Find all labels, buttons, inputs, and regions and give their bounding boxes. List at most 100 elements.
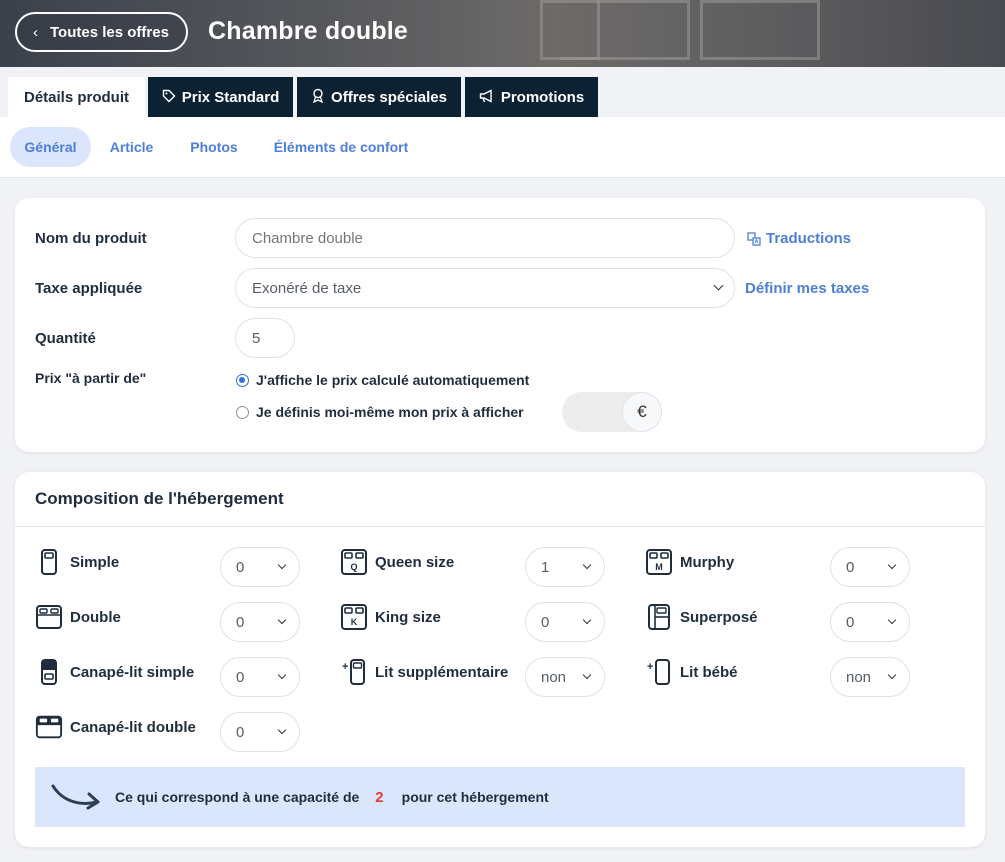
queen-bed-icon: Q bbox=[340, 548, 368, 576]
bed-label: Simple bbox=[70, 553, 120, 571]
single-sofa-bed-icon bbox=[35, 658, 63, 686]
baby-bed-icon: + bbox=[645, 658, 673, 686]
bed-label: King size bbox=[375, 608, 441, 626]
bunk-bed-select[interactable]: 0 bbox=[830, 602, 910, 642]
murphy-bed-icon: M bbox=[645, 548, 673, 576]
bed-bunk: Superposé bbox=[645, 603, 758, 631]
subtab-bar: Général Article Photos Éléments de confo… bbox=[0, 117, 1005, 178]
double-bed-select[interactable]: 0 bbox=[220, 602, 300, 642]
megaphone-icon bbox=[479, 88, 495, 106]
define-taxes-link[interactable]: Définir mes taxes bbox=[745, 280, 869, 297]
radio-auto-label: J'affiche le prix calculé automatiquemen… bbox=[256, 372, 530, 388]
tab-label: Offres spéciales bbox=[331, 88, 447, 106]
chevron-down-icon bbox=[277, 615, 287, 625]
bed-label: Murphy bbox=[680, 553, 735, 571]
divider bbox=[15, 526, 985, 527]
radio-manual-label: Je définis moi-même mon prix à afficher bbox=[256, 404, 524, 420]
subtab-article[interactable]: Article bbox=[100, 127, 163, 167]
radio-manual-price[interactable]: Je définis moi-même mon prix à afficher bbox=[236, 404, 524, 420]
select-value: 0 bbox=[236, 668, 245, 686]
subtab-photos[interactable]: Photos bbox=[183, 127, 245, 167]
king-bed-select[interactable]: 0 bbox=[525, 602, 605, 642]
quantity-input[interactable]: 5 bbox=[235, 318, 295, 358]
page-title: Chambre double bbox=[208, 17, 409, 45]
radio-auto-price[interactable]: J'affiche le prix calculé automatiquemen… bbox=[236, 372, 529, 388]
manual-price-input[interactable]: € bbox=[562, 392, 662, 432]
bed-murphy: M Murphy bbox=[645, 548, 734, 576]
murphy-bed-select[interactable]: 0 bbox=[830, 547, 910, 587]
product-details-card: Nom du produit Traductions Taxe appliqué… bbox=[15, 198, 985, 452]
tab-offres-speciales[interactable]: Offres spéciales bbox=[297, 77, 461, 117]
chevron-down-icon bbox=[277, 670, 287, 680]
select-value: non bbox=[541, 668, 567, 686]
bed-label: Double bbox=[70, 608, 121, 626]
simple-bed-select[interactable]: 0 bbox=[220, 547, 300, 587]
tab-prix-standard[interactable]: Prix Standard bbox=[148, 77, 293, 117]
extra-bed-icon: + bbox=[340, 658, 368, 686]
select-value: 0 bbox=[236, 723, 245, 741]
euro-icon: € bbox=[622, 392, 662, 432]
baby-bed-select[interactable]: non bbox=[830, 657, 910, 697]
tax-select[interactable]: Exonéré de taxe bbox=[235, 268, 735, 308]
tab-label: Promotions bbox=[500, 88, 585, 106]
tag-icon bbox=[162, 89, 176, 106]
translations-label: Traductions bbox=[766, 230, 852, 247]
back-button-label: Toutes les offres bbox=[50, 23, 169, 41]
chevron-down-icon bbox=[582, 560, 592, 570]
queen-bed-select[interactable]: 1 bbox=[525, 547, 605, 587]
king-bed-icon: K bbox=[340, 603, 368, 631]
bed-queen: Q Queen size bbox=[340, 548, 454, 576]
bed-label: Canapé-lit double bbox=[70, 718, 196, 736]
bed-king: K King size bbox=[340, 603, 441, 631]
select-value: 0 bbox=[236, 558, 245, 576]
award-icon bbox=[311, 88, 325, 106]
capacity-summary: Ce qui correspond à une capacité de 2 po… bbox=[35, 767, 965, 827]
chevron-left-icon: ‹ bbox=[33, 23, 38, 41]
svg-text:Q: Q bbox=[350, 562, 357, 572]
extra-bed-select[interactable]: non bbox=[525, 657, 605, 697]
quantity-label: Quantité bbox=[35, 330, 96, 347]
bed-label: Queen size bbox=[375, 553, 455, 571]
product-name-label: Nom du produit bbox=[35, 230, 147, 247]
single-sofa-bed-select[interactable]: 0 bbox=[220, 657, 300, 697]
bed-label: Canapé-lit simple bbox=[70, 663, 195, 681]
select-value: 0 bbox=[846, 558, 855, 576]
price-from-label: Prix "à partir de" bbox=[35, 370, 147, 386]
subtab-elements-confort[interactable]: Éléments de confort bbox=[266, 127, 416, 167]
back-to-offers-button[interactable]: ‹ Toutes les offres bbox=[15, 12, 188, 52]
bed-label: Lit supplémentaire bbox=[375, 663, 509, 681]
bed-baby: + Lit bébé bbox=[645, 658, 738, 686]
double-sofa-bed-select[interactable]: 0 bbox=[220, 712, 300, 752]
chevron-down-icon bbox=[713, 280, 724, 291]
bunk-bed-icon bbox=[645, 603, 673, 631]
double-bed-icon bbox=[35, 603, 63, 631]
tab-details-produit[interactable]: Détails produit bbox=[8, 77, 145, 117]
svg-text:K: K bbox=[351, 617, 358, 627]
radio-button-checked[interactable] bbox=[236, 373, 249, 387]
tax-select-value: Exonéré de taxe bbox=[252, 279, 362, 297]
subtab-general[interactable]: Général bbox=[10, 127, 91, 167]
select-value: 0 bbox=[236, 613, 245, 631]
select-value: 0 bbox=[541, 613, 550, 631]
composition-card: Composition de l'hébergement Simple 0 Q … bbox=[15, 472, 985, 847]
curved-arrow-icon bbox=[51, 780, 103, 815]
translate-icon bbox=[747, 231, 761, 246]
translations-link[interactable]: Traductions bbox=[747, 230, 851, 247]
bed-double: Double bbox=[35, 603, 121, 631]
bed-simple: Simple bbox=[35, 548, 119, 576]
chevron-down-icon bbox=[887, 560, 897, 570]
product-name-input[interactable] bbox=[235, 218, 735, 258]
bed-extra: + Lit supplémentaire bbox=[340, 658, 508, 686]
tab-label: Détails produit bbox=[23, 88, 129, 106]
select-value: 1 bbox=[541, 558, 550, 576]
bed-single-sofa: Canapé-lit simple bbox=[35, 658, 194, 686]
select-value: non bbox=[846, 668, 872, 686]
radio-button[interactable] bbox=[236, 405, 249, 419]
bed-label: Superposé bbox=[680, 608, 758, 626]
chevron-down-icon bbox=[582, 670, 592, 680]
svg-text:+: + bbox=[342, 661, 348, 673]
tab-promotions[interactable]: Promotions bbox=[465, 77, 598, 117]
composition-title: Composition de l'hébergement bbox=[35, 489, 284, 508]
svg-text:+: + bbox=[647, 661, 653, 673]
double-sofa-bed-icon bbox=[35, 713, 63, 741]
